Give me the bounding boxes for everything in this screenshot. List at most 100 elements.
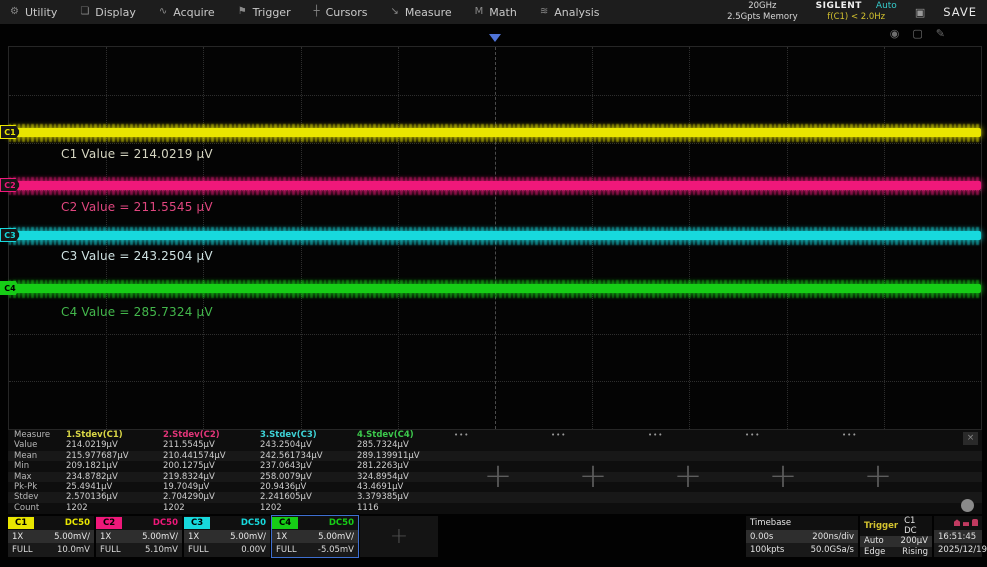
menu-acquire[interactable]: ∿ Acquire <box>159 6 215 19</box>
timebase-scale: 200ns/div <box>812 532 854 542</box>
topbar-right: 20GHz 2.5Gpts Memory SIGLENT Auto f(C1) … <box>727 1 977 23</box>
menu-analysis[interactable]: ≋ Analysis <box>540 6 600 19</box>
add-measurement-button[interactable]: + <box>573 456 613 496</box>
pkpk-c3: 20.9436µV <box>260 483 357 492</box>
c2-bandwidth: FULL <box>100 545 121 555</box>
measure-empty-slot-header[interactable]: ••• <box>842 432 939 439</box>
c1-scale: 5.00mV/ <box>54 532 90 542</box>
measure-panel-handle[interactable] <box>961 499 974 512</box>
crosshair-icon: ┼ <box>314 7 320 17</box>
measure-empty-slot-header[interactable]: ••• <box>648 432 745 439</box>
c1-trace[interactable] <box>9 124 981 142</box>
clock-box[interactable]: 16:51:45 2025/12/19 <box>934 516 982 557</box>
flag-icon: ⚑ <box>238 7 247 17</box>
save-button[interactable]: SAVE <box>943 5 977 19</box>
measure-empty-slot-header[interactable]: ••• <box>454 432 551 439</box>
c1-value-annotation: C1 Value = 214.0219 µV <box>61 147 213 161</box>
c4-coupling: DC50 <box>329 518 358 528</box>
max-c3: 258.0079µV <box>260 473 357 482</box>
menu-trigger-label: Trigger <box>253 6 291 19</box>
c3-bandwidth: FULL <box>188 545 209 555</box>
c3-core-band <box>9 231 981 240</box>
measurement-panel: Measure 1.Stdev(C1) 2.Stdev(C2) 3.Stdev(… <box>8 430 982 514</box>
menu-measure[interactable]: ↘ Measure <box>391 6 452 19</box>
menu-display[interactable]: ❏ Display <box>80 6 136 19</box>
max-c1: 234.8782µV <box>66 473 163 482</box>
pkpk-c1: 25.4941µV <box>66 483 163 492</box>
waveform-grid[interactable]: C1 Value = 214.0219 µV C2 Value = 211.55… <box>8 46 982 430</box>
camera-icon[interactable]: ◉ <box>890 28 900 39</box>
add-measurement-button[interactable]: + <box>668 456 708 496</box>
min-c4: 281.2263µV <box>357 462 454 471</box>
c4-scale: 5.00mV/ <box>318 532 354 542</box>
trigger-label: Trigger <box>864 521 898 531</box>
annotate-icon[interactable]: ✎ <box>936 28 945 39</box>
measure-col-c4[interactable]: 4.Stdev(C4) <box>357 431 454 440</box>
add-channel-button[interactable]: + <box>360 516 438 557</box>
c2-core-band <box>9 181 981 190</box>
trigger-slope: Rising <box>902 547 928 557</box>
math-icon: M <box>475 7 484 17</box>
c1-coupling: DC50 <box>65 518 94 528</box>
trigger-level: 200µV <box>901 536 928 546</box>
measure-empty-slot-header[interactable]: ••• <box>745 432 842 439</box>
c3-channel-box[interactable]: C3 DC50 1X 5.00mV/ FULL 0.00V <box>184 516 270 557</box>
brand-status-block: SIGLENT Auto f(C1) < 2.0Hz <box>816 1 897 23</box>
acquisition-info[interactable]: 20GHz 2.5Gpts Memory <box>727 1 798 22</box>
trigger-position-marker[interactable] <box>489 34 501 42</box>
count-c1: 1202 <box>66 504 163 513</box>
menu-measure-label: Measure <box>405 6 452 19</box>
fullscreen-icon[interactable]: ▢ <box>912 28 922 39</box>
min-c3: 237.0643µV <box>260 462 357 471</box>
bottom-status-strip: C1 DC50 1X 5.00mV/ FULL 10.0mV C2 DC50 1… <box>8 516 982 557</box>
close-measure-panel-icon[interactable]: × <box>963 432 978 445</box>
add-measurement-button[interactable]: + <box>478 456 518 496</box>
bandwidth-value: 20GHz <box>727 1 798 12</box>
trigger-box[interactable]: Trigger C1 DC Auto 200µV Edge Rising <box>860 516 932 557</box>
c2-value-annotation: C2 Value = 211.5545 µV <box>61 200 213 214</box>
lan-icon <box>963 519 969 526</box>
menu-analysis-label: Analysis <box>554 6 599 19</box>
frequency-counter: f(C1) < 2.0Hz <box>816 12 897 23</box>
add-measurement-button[interactable]: + <box>858 456 898 496</box>
stdev-c3: 2.241605µV <box>260 493 357 502</box>
c2-channel-box[interactable]: C2 DC50 1X 5.00mV/ FULL 5.10mV <box>96 516 182 557</box>
measure-empty-slot-header[interactable]: ••• <box>551 432 648 439</box>
menu-utility[interactable]: ⚙ Utility <box>10 6 57 19</box>
min-c1: 209.1821µV <box>66 462 163 471</box>
timebase-points: 100kpts <box>750 545 784 555</box>
c4-value-annotation: C4 Value = 285.7324 µV <box>61 305 213 319</box>
measure-count-row: Count 1202 1202 1202 1116 <box>8 503 982 513</box>
c1-core-band <box>9 128 981 137</box>
row-label-pkpk: Pk-Pk <box>8 483 66 492</box>
add-measurement-button[interactable]: + <box>763 456 803 496</box>
c2-scale: 5.00mV/ <box>142 532 178 542</box>
menu-trigger[interactable]: ⚑ Trigger <box>238 6 291 19</box>
gear-icon: ⚙ <box>10 7 19 17</box>
timebase-samplerate: 50.0GSa/s <box>811 545 854 555</box>
c4-channel-box[interactable]: C4 DC50 1X 5.00mV/ FULL -5.05mV <box>272 516 358 557</box>
timebase-box[interactable]: Timebase 0.00s 200ns/div 100kpts 50.0GSa… <box>746 516 858 557</box>
c1-channel-box[interactable]: C1 DC50 1X 5.00mV/ FULL 10.0mV <box>8 516 94 557</box>
printer-icon[interactable]: ▣ <box>915 6 925 19</box>
c2-probe: 1X <box>100 532 111 542</box>
row-label-value: Value <box>8 441 66 450</box>
c4-trace[interactable] <box>9 280 981 298</box>
mean-c1: 215.977687µV <box>66 452 163 461</box>
brand-logo: SIGLENT <box>816 1 862 12</box>
measure-col-c3[interactable]: 3.Stdev(C3) <box>260 431 357 440</box>
max-c4: 324.8954µV <box>357 473 454 482</box>
menu-cursors[interactable]: ┼ Cursors <box>314 6 368 19</box>
min-c2: 200.1275µV <box>163 462 260 471</box>
plot-toolbar: ◉ ▢ ✎ <box>890 28 945 39</box>
c3-value-annotation: C3 Value = 243.2504 µV <box>61 249 213 263</box>
trigger-status-badge[interactable]: Auto <box>876 1 897 12</box>
row-label-count: Count <box>8 504 66 513</box>
measure-col-c1[interactable]: 1.Stdev(C1) <box>66 431 163 440</box>
pkpk-c2: 19.7049µV <box>163 483 260 492</box>
stdev-c4: 3.379385µV <box>357 493 454 502</box>
measure-col-c2[interactable]: 2.Stdev(C2) <box>163 431 260 440</box>
menu-math[interactable]: M Math <box>475 6 517 19</box>
c2-trace[interactable] <box>9 177 981 195</box>
c3-trace[interactable] <box>9 227 981 245</box>
